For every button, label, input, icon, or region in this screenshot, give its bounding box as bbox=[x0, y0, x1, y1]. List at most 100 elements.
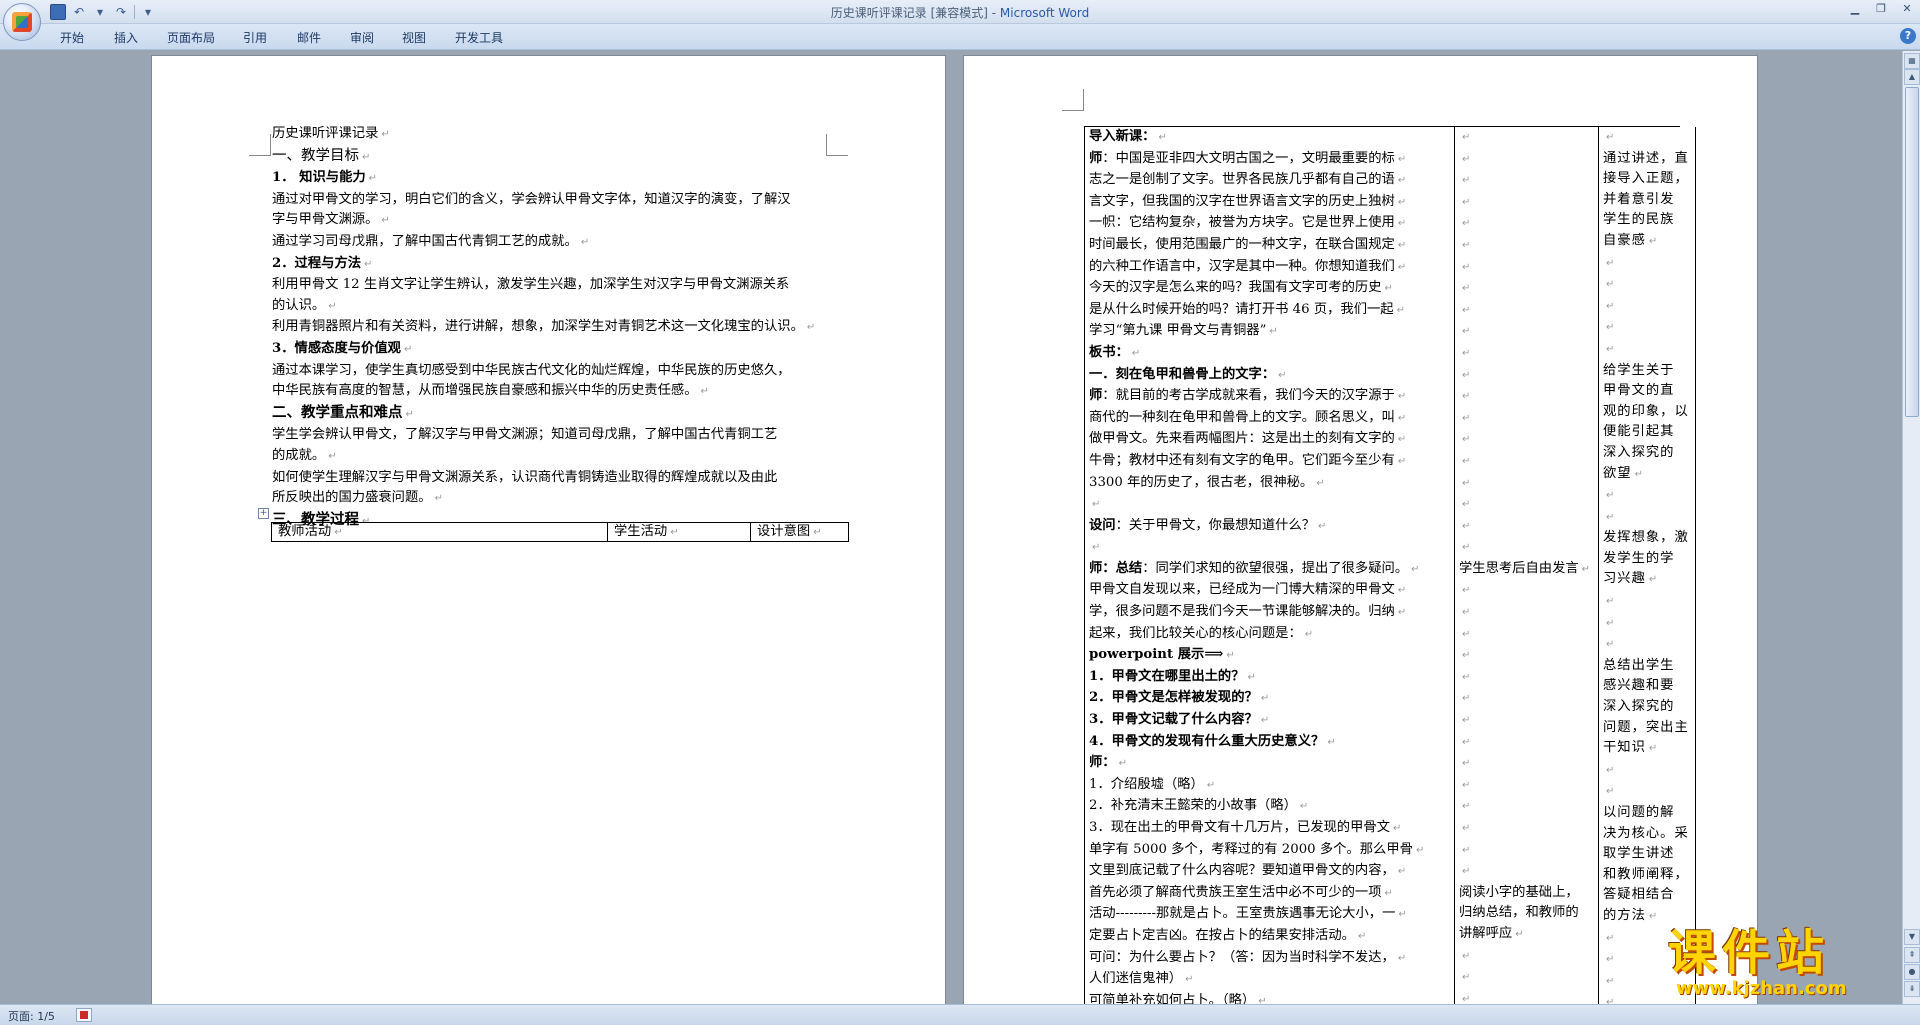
scroll-up-icon[interactable]: ▲ bbox=[1904, 69, 1920, 85]
table-header-intent: 设计意图 ↵ bbox=[757, 524, 822, 539]
table-cell-line: 讲解呼应 ↵ bbox=[1459, 925, 1524, 941]
table-cell-line: 接导入正题， bbox=[1603, 171, 1689, 187]
student-activity-column[interactable]: ↵ ↵ ↵ ↵ ↵ ↵ ↵ ↵ ↵ ↵ ↵ ↵ ↵ ↵ ↵ ↵ ↵ ↵ ↵ ↵ 学生思考后自由发言 ↵ ↵ ↵ ↵ ↵ ↵ ↵ ↵ ↵ ↵ ↵… bbox=[1455, 127, 1599, 1004]
previous-page-icon[interactable]: ⇞ bbox=[1904, 947, 1920, 963]
table-cell-line: ↵ bbox=[1462, 715, 1471, 727]
table-cell-line: ↵ bbox=[1462, 758, 1471, 770]
paragraph: 如何使学生理解汉字与甲骨文渊源关系，认识商代青铜铸造业取得的辉煌成就以及由此 bbox=[272, 469, 778, 485]
table-cell-line: ↵ bbox=[1462, 671, 1471, 683]
table-cell-line: ↵ bbox=[1462, 455, 1471, 467]
paragraph: 的成就。 ↵ bbox=[272, 447, 337, 463]
table-cell-line: 以问题的解 bbox=[1603, 805, 1675, 820]
table-cell-line: 起来，我们比较关心的核心问题是： ↵ bbox=[1089, 625, 1314, 641]
table-cell-line: ↵ bbox=[1462, 412, 1471, 424]
design-intent-column[interactable]: ↵ 通过讲述，直 接导入正题， 并着意引发 学生的民族 自豪感 ↵ ↵ ↵ ↵ ↵ ↵ 给学生关于 甲骨文… bbox=[1599, 127, 1696, 1004]
table-move-handle-icon[interactable]: + bbox=[258, 508, 269, 519]
watermark-url: www.kjzhan.com bbox=[1676, 978, 1847, 999]
undo-dropdown-icon[interactable]: ▾ bbox=[92, 4, 108, 20]
table-cell-line: ↵ bbox=[1462, 304, 1471, 316]
teacher-activity-column[interactable]: 导入新课： ↵ 师：中国是亚非四大文明古国之一，文明最重要的标 ↵ 志之一是创制了文字。… bbox=[1085, 127, 1455, 1004]
tab-insert[interactable]: 插入 bbox=[114, 29, 138, 46]
table-cell-line: 单字有 5000 多个，考释过的有 2000 多个。那么甲骨 ↵ bbox=[1089, 841, 1425, 857]
table-cell-line: ↵ bbox=[1462, 993, 1471, 1004]
table-cell-line: 答疑相结合 bbox=[1603, 887, 1675, 903]
save-icon[interactable] bbox=[50, 4, 66, 20]
office-logo-icon bbox=[12, 12, 32, 32]
tab-review[interactable]: 审阅 bbox=[350, 29, 374, 46]
table-cell-line: ↵ bbox=[1606, 279, 1616, 291]
table-cell-line: 深入探究的 bbox=[1603, 444, 1675, 460]
document-workspace: 历史课听评课记录 ↵ 一、教学目标 ↵ 1． 知识与能力 ↵ 通过对甲骨文的学习，明白… bbox=[0, 51, 1902, 1004]
scroll-down-icon[interactable]: ▼ bbox=[1904, 929, 1920, 945]
ruler-toggle-icon[interactable]: ▦ bbox=[1904, 53, 1920, 69]
close-icon[interactable]: ✕ bbox=[1894, 0, 1920, 18]
undo-icon[interactable]: ↶ bbox=[71, 4, 87, 20]
paragraph: 利用青铜器照片和有关资料，进行讲解，想象，加深学生对青铜艺术这一文化瑰宝的认识。… bbox=[272, 319, 816, 335]
table-cell-line: ↵ bbox=[1462, 261, 1471, 273]
table-cell-line: 是从什么时候开始的吗？请打开书 46 页，我们一起 ↵ bbox=[1089, 301, 1405, 317]
table-cell-line: ↵ bbox=[1606, 257, 1616, 269]
table-cell-line: ↵ bbox=[1092, 499, 1101, 511]
tab-page-layout[interactable]: 页面布局 bbox=[167, 29, 215, 46]
vertical-scrollbar[interactable]: ▦ ▲ ▼ ⇞ ● ⇟ bbox=[1902, 51, 1920, 1004]
proofing-icon[interactable] bbox=[76, 1008, 92, 1022]
subheading-values: 3．情感态度与价值观 ↵ bbox=[272, 340, 413, 356]
office-button[interactable] bbox=[3, 3, 41, 41]
process-table-body[interactable]: 导入新课： ↵ 师：中国是亚非四大文明古国之一，文明最重要的标 ↵ 志之一是创制了文字。… bbox=[1084, 126, 1696, 1004]
tab-references[interactable]: 引用 bbox=[243, 29, 267, 46]
table-cell-line: 板书： ↵ bbox=[1089, 344, 1141, 360]
document-page-1: 历史课听评课记录 ↵ 一、教学目标 ↵ 1． 知识与能力 ↵ 通过对甲骨文的学习，明白… bbox=[151, 55, 946, 1004]
paragraph: 中华民族有高度的智慧，从而增强民族自豪感和振兴中华的历史责任感。 ↵ bbox=[272, 383, 709, 399]
table-cell-line: 师：就目前的考古学成就来看，我们今天的汉字源于 ↵ bbox=[1089, 388, 1407, 404]
margin-corner-mark bbox=[1062, 89, 1084, 111]
table-cell-line: 可问：为什么要占卜？（答：因为当时科学不发达， ↵ bbox=[1089, 949, 1407, 965]
table-cell-line: 学习“第九课 甲骨文与青铜器” ↵ bbox=[1089, 323, 1278, 339]
next-page-icon[interactable]: ⇟ bbox=[1904, 981, 1920, 997]
table-cell-line: ↵ bbox=[1462, 520, 1471, 532]
table-cell-line: ↵ bbox=[1462, 693, 1471, 705]
table-cell-line: 时间最长，使用范围最广的一种文字，在联合国规定 ↵ bbox=[1089, 236, 1407, 252]
minimize-icon[interactable]: ▁ bbox=[1842, 0, 1868, 18]
table-cell-line: 活动---------那就是占卜。王室贵族遇事无论大小，一 ↵ bbox=[1089, 906, 1407, 922]
help-icon[interactable]: ? bbox=[1900, 28, 1916, 44]
table-cell-line: 3．现在出土的甲骨文有十几万片，已发现的甲骨文 ↵ bbox=[1089, 820, 1402, 835]
table-cell-line: 归纳总结，和教师的 bbox=[1459, 905, 1579, 921]
tab-developer[interactable]: 开发工具 bbox=[455, 29, 503, 46]
paragraph: 通过对甲骨文的学习，明白它们的含义，学会辨认甲骨文字体，知道汉字的演变，了解汉 bbox=[272, 191, 791, 207]
select-browse-object-icon[interactable]: ● bbox=[1904, 964, 1920, 980]
tab-home[interactable]: 开始 bbox=[60, 29, 84, 46]
table-cell-line: ↵ bbox=[1462, 153, 1471, 165]
table-cell-line: ↵ bbox=[1606, 322, 1616, 334]
title-bar: 历史课听评课记录 [兼容模式] - Microsoft Word ↶ ▾ ↷ ▾… bbox=[0, 0, 1920, 24]
table-cell-line: 学生的民族 bbox=[1603, 212, 1675, 228]
table-cell-line: 和教师阐释， bbox=[1603, 866, 1689, 882]
page1-body[interactable]: 历史课听评课记录 ↵ 一、教学目标 ↵ 1． 知识与能力 ↵ 通过对甲骨文的学习，明白… bbox=[272, 124, 832, 532]
restore-icon[interactable]: ❐ bbox=[1868, 0, 1894, 18]
paragraph: 通过学习司母戊鼎，了解中国古代青铜工艺的成就。 ↵ bbox=[272, 233, 590, 249]
doc-title: 历史课听评课记录 ↵ bbox=[272, 126, 390, 141]
table-cell-line: ↵ bbox=[1462, 218, 1471, 230]
redo-icon[interactable]: ↷ bbox=[113, 4, 129, 20]
table-cell-line: 自豪感 ↵ bbox=[1603, 232, 1659, 248]
table-cell-line: 今天的汉字是怎么来的吗？我国有文字可考的历史 ↵ bbox=[1089, 280, 1393, 296]
table-cell-line: 发学生的学 bbox=[1603, 550, 1675, 566]
heading-key-points: 二、教学重点和难点 ↵ bbox=[272, 403, 414, 421]
paragraph: 学生学会辨认甲骨文，了解汉字与甲骨文渊源；知道司母戊鼎，了解中国古代青铜工艺 bbox=[272, 427, 778, 443]
tab-mailings[interactable]: 邮件 bbox=[297, 29, 321, 46]
table-cell-line: 的六种工作语言中，汉字是其中一种。你想知道我们 ↵ bbox=[1089, 258, 1407, 274]
quick-access-toolbar: ↶ ▾ ↷ ▾ bbox=[50, 3, 156, 21]
table-cell-line: 1．介绍殷墟（略） ↵ bbox=[1089, 776, 1216, 792]
table-cell-line: ↵ bbox=[1606, 764, 1616, 776]
customize-toolbar-icon[interactable]: ▾ bbox=[140, 4, 156, 20]
table-cell-line: 一帜：它结构复杂，被誉为方块字。它是世界上使用 ↵ bbox=[1089, 215, 1407, 231]
window-title: 历史课听评课记录 [兼容模式] - Microsoft Word bbox=[830, 6, 1090, 20]
watermark-text: 课件站 bbox=[1668, 925, 1831, 981]
scrollbar-thumb[interactable] bbox=[1905, 87, 1919, 417]
table-cell-line: ↵ bbox=[1092, 542, 1101, 554]
table-cell-line: ↵ bbox=[1462, 175, 1471, 187]
page-number-status[interactable]: 页面: 1/5 bbox=[8, 1008, 55, 1024]
window-controls: ▁ ❐ ✕ bbox=[1842, 0, 1920, 20]
tab-view[interactable]: 视图 bbox=[402, 29, 426, 46]
process-table-header[interactable]: 教师活动 ↵ 学生活动 ↵ 设计意图 ↵ bbox=[271, 522, 849, 542]
table-header-teacher: 教师活动 ↵ bbox=[272, 523, 608, 541]
